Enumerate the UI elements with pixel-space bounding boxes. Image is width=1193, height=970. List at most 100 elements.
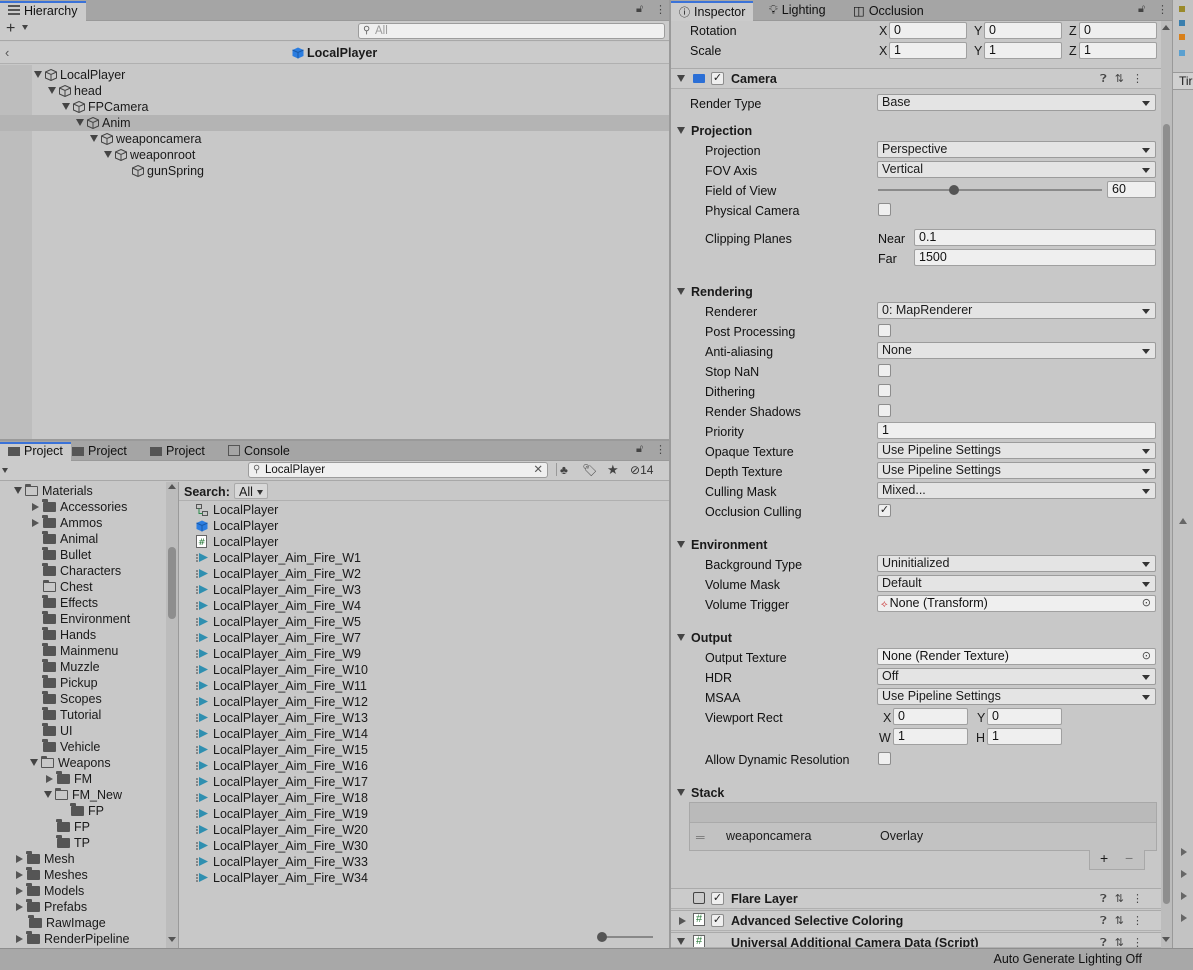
folder-item[interactable]: Characters	[0, 563, 166, 579]
drag-handle-icon[interactable]: ═	[696, 830, 705, 844]
collapse-arrow-icon[interactable]	[16, 935, 23, 943]
scale-y-field[interactable]: 1	[984, 42, 1062, 59]
kebab-menu-icon[interactable]: ⋮	[655, 443, 666, 456]
folder-item[interactable]: Ammos	[0, 515, 166, 531]
camera-enabled-checkbox[interactable]: ✓	[711, 72, 724, 85]
chevron-down-icon[interactable]	[22, 25, 28, 30]
depth-texture-dropdown[interactable]: Use Pipeline Settings	[877, 462, 1156, 479]
near-field[interactable]: 0.1	[914, 229, 1156, 246]
folder-item[interactable]: Models	[0, 883, 166, 899]
result-item[interactable]: LocalPlayer_Aim_Fire_W7	[179, 630, 669, 646]
rendering-section[interactable]: Rendering	[677, 285, 753, 299]
tab-console[interactable]: Console	[220, 441, 298, 461]
tab-project-1[interactable]: Project	[0, 442, 71, 462]
scale-x-field[interactable]: 1	[889, 42, 967, 59]
expand-arrow-icon[interactable]	[62, 103, 70, 110]
fov-value-field[interactable]: 60	[1107, 181, 1156, 198]
stack-list-item[interactable]: ═ weaponcamera Overlay	[690, 824, 1156, 850]
expand-arrow-icon[interactable]	[104, 151, 112, 158]
presets-icon[interactable]: ⇅	[1115, 915, 1132, 927]
fov-slider-track[interactable]	[878, 185, 1102, 195]
result-item[interactable]: LocalPlayer_Aim_Fire_W10	[179, 662, 669, 678]
expand-arrow-icon[interactable]	[44, 791, 52, 798]
hdr-dropdown[interactable]: Off	[877, 668, 1156, 685]
result-item[interactable]: LocalPlayer_Aim_Fire_W33	[179, 854, 669, 870]
result-item[interactable]: LocalPlayer	[179, 518, 669, 534]
help-icon[interactable]: ❓︎	[1100, 893, 1115, 905]
result-item[interactable]: LocalPlayer	[179, 502, 669, 518]
collapse-arrow-icon[interactable]	[1181, 848, 1187, 856]
folder-item[interactable]: Bullet	[0, 547, 166, 563]
object-picker-icon[interactable]: ⊙	[1142, 596, 1151, 611]
result-item[interactable]: LocalPlayer_Aim_Fire_W11	[179, 678, 669, 694]
filter-type-icon[interactable]: ♣	[556, 463, 570, 477]
create-dropdown-icon[interactable]	[2, 468, 8, 473]
result-item[interactable]: LocalPlayer_Aim_Fire_W9	[179, 646, 669, 662]
result-item[interactable]: LocalPlayer_Aim_Fire_W19	[179, 806, 669, 822]
help-icon[interactable]: ❓︎	[1100, 73, 1115, 85]
culling-mask-dropdown[interactable]: Mixed...	[877, 482, 1156, 499]
folder-item[interactable]: TP	[0, 835, 166, 851]
rotation-z-field[interactable]: 0	[1079, 22, 1157, 39]
collapse-arrow-icon[interactable]	[1181, 892, 1187, 900]
kebab-menu-icon[interactable]: ⋮	[655, 3, 666, 16]
physical-camera-checkbox[interactable]	[878, 203, 891, 216]
foldout-arrow-icon[interactable]	[677, 938, 685, 945]
fov-axis-dropdown[interactable]: Vertical	[877, 161, 1156, 178]
back-arrow-icon[interactable]: ‹	[5, 45, 9, 60]
favorite-star-icon[interactable]: ★	[607, 462, 619, 478]
projection-dropdown[interactable]: Perspective	[877, 141, 1156, 158]
scroll-up-icon[interactable]	[1162, 25, 1170, 30]
result-item[interactable]: LocalPlayer_Aim_Fire_W2	[179, 566, 669, 582]
create-plus-icon[interactable]: +	[6, 20, 15, 38]
flare-layer-enabled-checkbox[interactable]: ✓	[711, 892, 724, 905]
kebab-menu-icon[interactable]: ⋮	[1132, 915, 1151, 927]
collapse-arrow-icon[interactable]	[1181, 870, 1187, 878]
folder-item[interactable]: Animal	[0, 531, 166, 547]
folder-item[interactable]: Weapons	[0, 755, 166, 771]
opaque-texture-dropdown[interactable]: Use Pipeline Settings	[877, 442, 1156, 459]
flare-layer-header[interactable]: ✓ Flare Layer ❓︎⇅⋮	[671, 888, 1161, 909]
background-type-dropdown[interactable]: Uninitialized	[877, 555, 1156, 572]
output-texture-field[interactable]: None (Render Texture) ⊙	[877, 648, 1156, 665]
inspector-scrollbar[interactable]	[1161, 21, 1172, 948]
remove-stack-item-button[interactable]: −	[1125, 850, 1133, 866]
add-stack-item-button[interactable]: +	[1100, 850, 1108, 866]
kebab-menu-icon[interactable]: ⋮	[1132, 937, 1151, 947]
environment-section[interactable]: Environment	[677, 538, 767, 552]
hidden-packages-button[interactable]: ⊘14	[630, 463, 653, 477]
scale-z-field[interactable]: 1	[1079, 42, 1157, 59]
render-shadows-checkbox[interactable]	[878, 404, 891, 417]
result-item[interactable]: LocalPlayer_Aim_Fire_W14	[179, 726, 669, 742]
foldout-arrow-icon[interactable]	[677, 789, 685, 796]
folder-item[interactable]: RawImage	[0, 915, 166, 931]
viewport-h-field[interactable]: 1	[987, 728, 1062, 745]
kebab-menu-icon[interactable]: ⋮	[1132, 893, 1151, 905]
folder-item[interactable]: FP	[0, 803, 166, 819]
scrollbar-thumb[interactable]	[1163, 124, 1170, 904]
result-item[interactable]: LocalPlayer_Aim_Fire_W3	[179, 582, 669, 598]
selective-coloring-header[interactable]: # ✓ Advanced Selective Coloring ❓︎⇅⋮	[671, 910, 1161, 931]
collapse-arrow-icon[interactable]	[16, 887, 23, 895]
folder-tree-scrollbar[interactable]	[166, 482, 178, 948]
folder-item[interactable]: Effects	[0, 595, 166, 611]
kebab-menu-icon[interactable]: ⋮	[1132, 73, 1151, 85]
viewport-x-field[interactable]: 0	[893, 708, 968, 725]
zoom-slider-knob[interactable]	[597, 932, 607, 942]
folder-item[interactable]: Vehicle	[0, 739, 166, 755]
output-section[interactable]: Output	[677, 631, 732, 645]
result-item[interactable]: LocalPlayer_Aim_Fire_W34	[179, 870, 669, 886]
tab-inspector[interactable]: ⓘ Inspector	[671, 1, 754, 21]
tab-occlusion[interactable]: ◫ Occlusion	[845, 0, 932, 20]
collapse-arrow-icon[interactable]	[46, 775, 53, 783]
msaa-dropdown[interactable]: Use Pipeline Settings	[877, 688, 1156, 705]
result-item[interactable]: LocalPlayer_Aim_Fire_W16	[179, 758, 669, 774]
collapse-arrow-icon[interactable]	[16, 871, 23, 879]
tree-item[interactable]: head	[0, 83, 669, 99]
foldout-arrow-icon[interactable]	[679, 917, 686, 925]
render-type-dropdown[interactable]: Base	[877, 94, 1156, 111]
folder-item[interactable]: Environment	[0, 611, 166, 627]
search-filter-dropdown[interactable]: All	[234, 483, 268, 499]
anti-aliasing-dropdown[interactable]: None	[877, 342, 1156, 359]
help-icon[interactable]: ❓︎	[1100, 937, 1115, 947]
